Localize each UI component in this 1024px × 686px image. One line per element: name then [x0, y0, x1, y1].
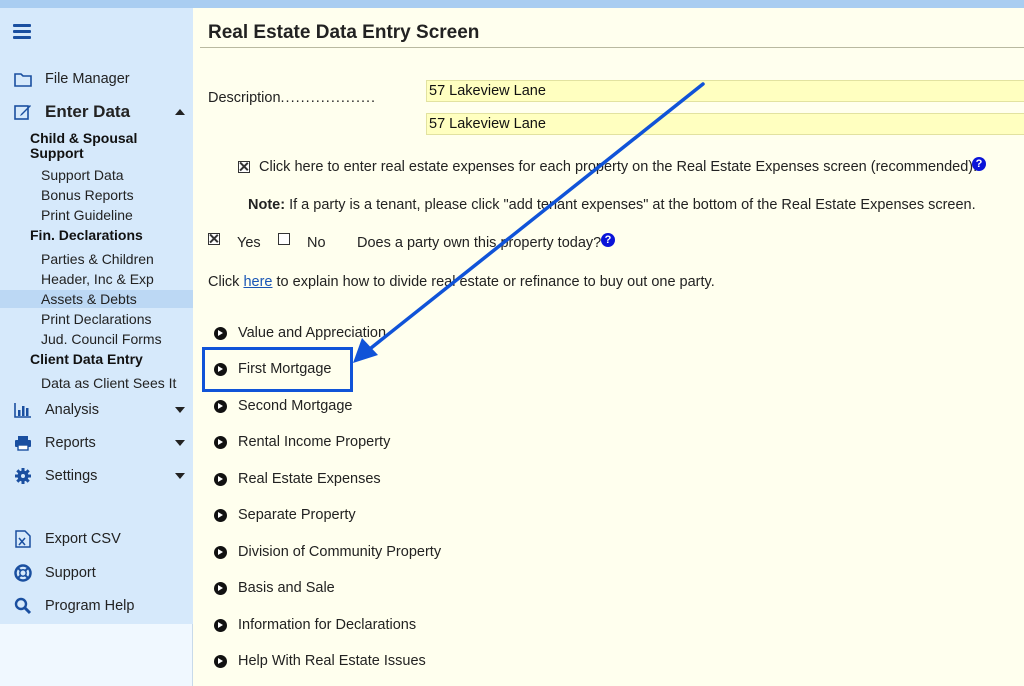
no-checkbox[interactable] — [278, 233, 290, 245]
edit-icon — [13, 102, 33, 122]
sidebar-item-file-manager[interactable]: File Manager — [0, 65, 193, 93]
sidebar-subitem-jud-council-forms[interactable]: Jud. Council Forms — [41, 330, 191, 348]
arrow-circle-icon — [214, 545, 227, 559]
arrow-circle-icon — [214, 435, 227, 449]
section-label: Value and Appreciation — [238, 325, 387, 341]
divide-instructions: Click here to explain how to divide real… — [208, 274, 715, 290]
sidebar-item-reports[interactable]: Reports — [0, 429, 193, 457]
gear-icon — [13, 466, 33, 486]
chevron-down-icon — [175, 407, 185, 413]
own-property-question: Does a party own this property today? — [357, 235, 602, 251]
sidebar-item-enter-data[interactable]: Enter Data — [0, 98, 193, 126]
bar-chart-icon — [13, 400, 33, 420]
description-label: Description................... — [208, 90, 376, 106]
section-label: Division of Community Property — [238, 544, 442, 560]
chevron-down-icon — [175, 440, 185, 446]
sidebar-item-label: Support — [45, 565, 96, 581]
arrow-circle-icon — [214, 508, 227, 522]
here-link[interactable]: here — [243, 274, 272, 290]
section-link-basis-sale[interactable]: Basis and Sale — [214, 578, 335, 598]
note-label: Note: — [248, 197, 286, 213]
top-bar — [0, 0, 1024, 8]
section-link-second-mortgage[interactable]: Second Mortgage — [214, 396, 352, 416]
section-label: Information for Declarations — [238, 617, 417, 633]
sidebar-item-label: Reports — [45, 435, 96, 451]
sidebar-subitem-parties-children[interactable]: Parties & Children — [41, 250, 191, 268]
lifebuoy-icon — [13, 563, 33, 583]
sidebar-subitem-data-as-client[interactable]: Data as Client Sees It — [41, 374, 191, 392]
click-suffix: to explain how to divide real estate or … — [276, 274, 715, 290]
sidebar-subitem-assets-debts[interactable]: Assets & Debts — [0, 290, 193, 308]
arrow-circle-icon — [214, 618, 227, 632]
expenses-checkbox[interactable] — [238, 161, 250, 173]
no-label: No — [307, 235, 326, 251]
section-link-division-community[interactable]: Division of Community Property — [214, 542, 441, 562]
expenses-checkbox-label: Click here to enter real estate expenses… — [259, 159, 978, 175]
arrow-circle-icon — [214, 326, 227, 340]
section-link-separate-property[interactable]: Separate Property — [214, 505, 356, 525]
yes-label: Yes — [237, 235, 261, 251]
sidebar-item-program-help[interactable]: Program Help — [0, 592, 193, 620]
section-label: Basis and Sale — [238, 580, 335, 596]
annotation-highlight-box — [202, 347, 353, 392]
arrow-circle-icon — [214, 399, 227, 413]
click-prefix: Click — [208, 274, 240, 290]
sidebar-group-child-spousal[interactable]: Child & Spousal Support — [30, 131, 180, 161]
arrow-circle-icon — [214, 654, 227, 668]
printer-icon — [13, 433, 33, 453]
sidebar-item-settings[interactable]: Settings — [0, 462, 193, 490]
sidebar-subitem-header-inc-exp[interactable]: Header, Inc & Exp — [41, 270, 191, 288]
arrow-circle-icon — [214, 472, 227, 486]
help-icon[interactable]: ? — [601, 233, 615, 247]
yes-checkbox[interactable] — [208, 233, 220, 245]
section-label: Separate Property — [238, 507, 356, 523]
description-input-line2[interactable] — [426, 113, 1024, 135]
description-input-line1[interactable] — [426, 80, 1024, 102]
section-label: Help With Real Estate Issues — [238, 653, 426, 669]
section-link-rental-income[interactable]: Rental Income Property — [214, 432, 390, 452]
sidebar-subitem-bonus-reports[interactable]: Bonus Reports — [41, 186, 191, 204]
search-icon — [13, 596, 33, 616]
title-divider — [200, 47, 1024, 48]
sidebar-item-label: File Manager — [45, 71, 130, 87]
sidebar-subitem-support-data[interactable]: Support Data — [41, 166, 191, 184]
sidebar-subitem-print-guideline[interactable]: Print Guideline — [41, 206, 191, 224]
section-link-info-declarations[interactable]: Information for Declarations — [214, 615, 416, 635]
sidebar-subitem-print-declarations[interactable]: Print Declarations — [41, 310, 191, 328]
section-link-real-estate-expenses[interactable]: Real Estate Expenses — [214, 469, 381, 489]
note-text: Note: If a party is a tenant, please cli… — [248, 197, 976, 213]
hamburger-icon[interactable] — [13, 24, 31, 40]
section-label: Second Mortgage — [238, 398, 353, 414]
note-body: If a party is a tenant, please click "ad… — [289, 197, 976, 213]
section-label: Rental Income Property — [238, 434, 391, 450]
sidebar-item-label: Export CSV — [45, 531, 121, 547]
sidebar-group-fin-declarations[interactable]: Fin. Declarations — [30, 228, 180, 243]
sidebar-item-analysis[interactable]: Analysis — [0, 396, 193, 424]
sidebar-group-client-data-entry[interactable]: Client Data Entry — [30, 352, 180, 367]
sidebar-item-support[interactable]: Support — [0, 559, 193, 587]
help-icon[interactable]: ? — [972, 157, 986, 171]
section-label: Real Estate Expenses — [238, 471, 381, 487]
csv-file-icon — [13, 529, 33, 549]
page-title: Real Estate Data Entry Screen — [208, 22, 480, 43]
section-link-help-real-estate[interactable]: Help With Real Estate Issues — [214, 651, 426, 671]
chevron-up-icon — [175, 109, 185, 115]
arrow-circle-icon — [214, 581, 227, 595]
sidebar: File Manager Enter Data Child & Spousal … — [0, 8, 193, 686]
folder-icon — [13, 69, 33, 89]
sidebar-item-label: Enter Data — [45, 102, 131, 121]
section-link-value-appreciation[interactable]: Value and Appreciation — [214, 323, 386, 343]
sidebar-item-export-csv[interactable]: Export CSV — [0, 525, 193, 553]
sidebar-item-label: Program Help — [45, 598, 135, 614]
chevron-down-icon — [175, 473, 185, 479]
description-leader-dots: ................... — [280, 90, 377, 106]
sidebar-item-label: Analysis — [45, 402, 99, 418]
description-label-text: Description — [208, 90, 281, 106]
sidebar-item-label: Settings — [45, 468, 98, 484]
